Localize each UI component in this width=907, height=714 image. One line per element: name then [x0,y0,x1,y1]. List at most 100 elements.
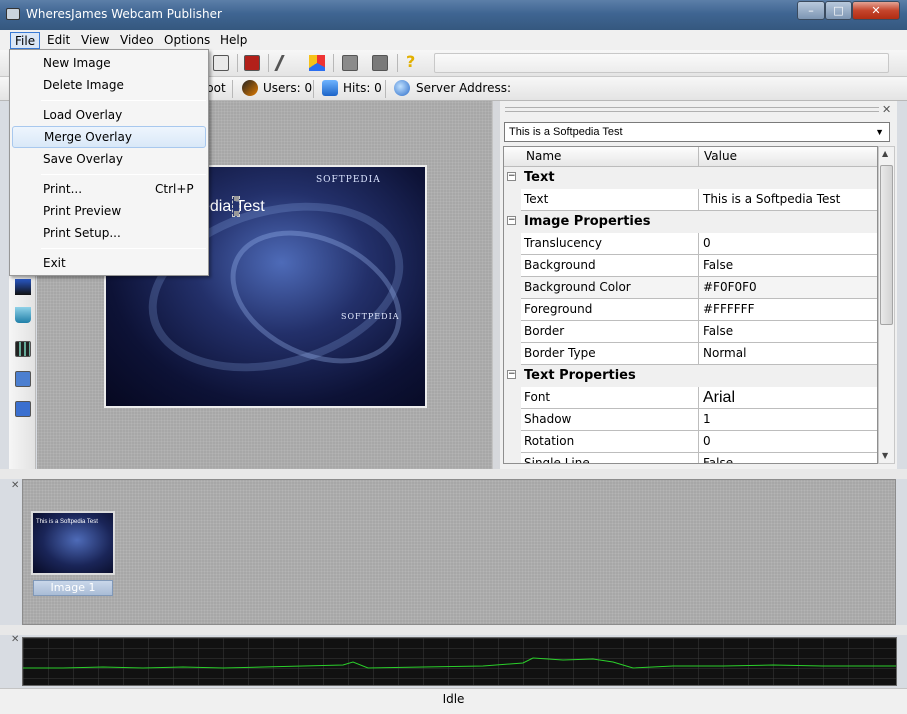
menu-bar: File Edit View Video Options Help [0,30,907,50]
menu-item-load-overlay[interactable]: Load Overlay [12,105,206,127]
title-bar: WheresJames Webcam Publisher – □ ✕ [0,0,907,30]
property-row[interactable]: Single Line False [504,453,877,463]
property-value[interactable]: 0 [699,431,877,453]
property-name: Border [521,321,699,343]
selection-handle[interactable] [234,211,239,216]
property-value[interactable]: False [699,453,877,463]
menu-item-merge-overlay[interactable]: Merge Overlay [12,126,206,148]
camera-settings-icon[interactable] [372,55,388,71]
status-bar: Idle [0,688,907,714]
help-icon[interactable]: ? [406,52,422,71]
property-row[interactable]: Rotation 0 [504,431,877,453]
column-header-name[interactable]: Name [521,147,699,167]
property-row[interactable]: Foreground #FFFFFF [504,299,877,321]
film-icon[interactable] [15,341,31,357]
property-name: Background Color [521,277,699,299]
text-tool-icon[interactable] [15,279,31,295]
property-row[interactable]: Shadow 1 [504,409,877,431]
minimize-button[interactable]: – [797,1,825,20]
horizontal-splitter[interactable] [0,469,907,479]
pane-close-icon[interactable]: ✕ [882,103,891,116]
property-row[interactable]: Border False [504,321,877,343]
menu-help[interactable]: Help [216,32,251,49]
shapes-icon[interactable] [309,55,325,71]
property-row[interactable]: Font Arial [504,387,877,409]
menu-item-print-setup[interactable]: Print Setup... [12,223,206,245]
property-name: Image Properties [521,211,699,233]
collapse-icon[interactable]: − [507,370,516,379]
collapse-icon[interactable]: − [507,172,516,181]
toolbar-separator [232,80,233,98]
monitor-icon[interactable] [15,401,31,417]
grid-header-gutter [504,147,521,167]
fill-tool-icon[interactable] [15,307,31,323]
network-icon[interactable] [15,371,31,387]
column-header-value[interactable]: Value [699,147,877,167]
menu-item-save-overlay[interactable]: Save Overlay [12,149,206,171]
menu-item-exit[interactable]: Exit [12,253,206,275]
property-row[interactable]: Background Color #F0F0F0 [504,277,877,299]
vertical-splitter[interactable] [492,101,500,469]
menu-video[interactable]: Video [116,32,158,49]
window-title: WheresJames Webcam Publisher [26,7,222,21]
property-row[interactable]: Border Type Normal [504,343,877,365]
image-thumbnail[interactable]: This is a Softpedia Test [31,511,115,575]
menu-view[interactable]: View [77,32,113,49]
object-selector[interactable]: This is a Softpedia Test ▼ [504,122,890,142]
property-value[interactable]: Normal [699,343,877,365]
menu-options[interactable]: Options [160,32,214,49]
scroll-up-icon[interactable]: ▲ [882,149,888,158]
property-value[interactable]: 1 [699,409,877,431]
image-strip [22,479,896,625]
property-value[interactable]: #F0F0F0 [699,277,877,299]
menu-item-print-preview[interactable]: Print Preview [12,201,206,223]
menu-edit[interactable]: Edit [43,32,74,49]
chevron-down-icon[interactable]: ▼ [875,123,884,141]
property-name: Foreground [521,299,699,321]
menu-item-new-image[interactable]: New Image [12,53,206,75]
property-grid-scrollbar[interactable]: ▲ ▼ [878,146,895,464]
row-gutter [504,299,521,321]
camera-icon[interactable] [342,55,358,71]
maximize-button[interactable]: □ [825,1,852,20]
graph-close-icon[interactable]: ✕ [11,634,19,645]
property-row[interactable]: Translucency 0 [504,233,877,255]
scroll-down-icon[interactable]: ▼ [882,451,888,460]
row-gutter: − [504,211,521,233]
pen-icon[interactable] [274,55,298,71]
globe-icon [394,80,410,96]
property-name: Single Line [521,453,699,463]
row-gutter [504,189,521,211]
caption-icon[interactable] [213,55,229,71]
pane-gripper[interactable] [505,107,879,112]
strip-close-icon[interactable]: ✕ [11,480,19,491]
property-name: Border Type [521,343,699,365]
menu-item-print[interactable]: Print... Ctrl+P [12,179,206,201]
property-value[interactable]: False [699,255,877,277]
property-category[interactable]: − Image Properties [504,211,877,233]
horizontal-splitter[interactable] [0,625,907,635]
property-row[interactable]: Text This is a Softpedia Test [504,189,877,211]
menu-file[interactable]: File [10,32,41,49]
property-value[interactable]: #FFFFFF [699,299,877,321]
server-address-label: Server Address: [416,81,511,95]
thumbnail-label[interactable]: Image 1 [33,580,113,596]
row-gutter [504,321,521,343]
save-icon[interactable] [244,55,260,71]
property-row[interactable]: Background False [504,255,877,277]
menu-item-delete-image[interactable]: Delete Image [12,75,206,97]
property-value[interactable]: 0 [699,233,877,255]
property-value[interactable]: Arial [699,387,877,409]
close-button[interactable]: ✕ [852,1,900,20]
scrollbar-thumb[interactable] [880,165,893,325]
users-icon [242,80,258,96]
property-grid: Name Value − Text Text This is a Softpedia … [503,146,878,464]
row-gutter [504,431,521,453]
collapse-icon[interactable]: − [507,216,516,225]
selection-handle[interactable] [234,196,239,201]
property-value[interactable]: This is a Softpedia Test [699,189,877,211]
row-gutter: − [504,365,521,387]
property-category[interactable]: − Text [504,167,877,189]
property-value[interactable]: False [699,321,877,343]
property-category[interactable]: − Text Properties [504,365,877,387]
